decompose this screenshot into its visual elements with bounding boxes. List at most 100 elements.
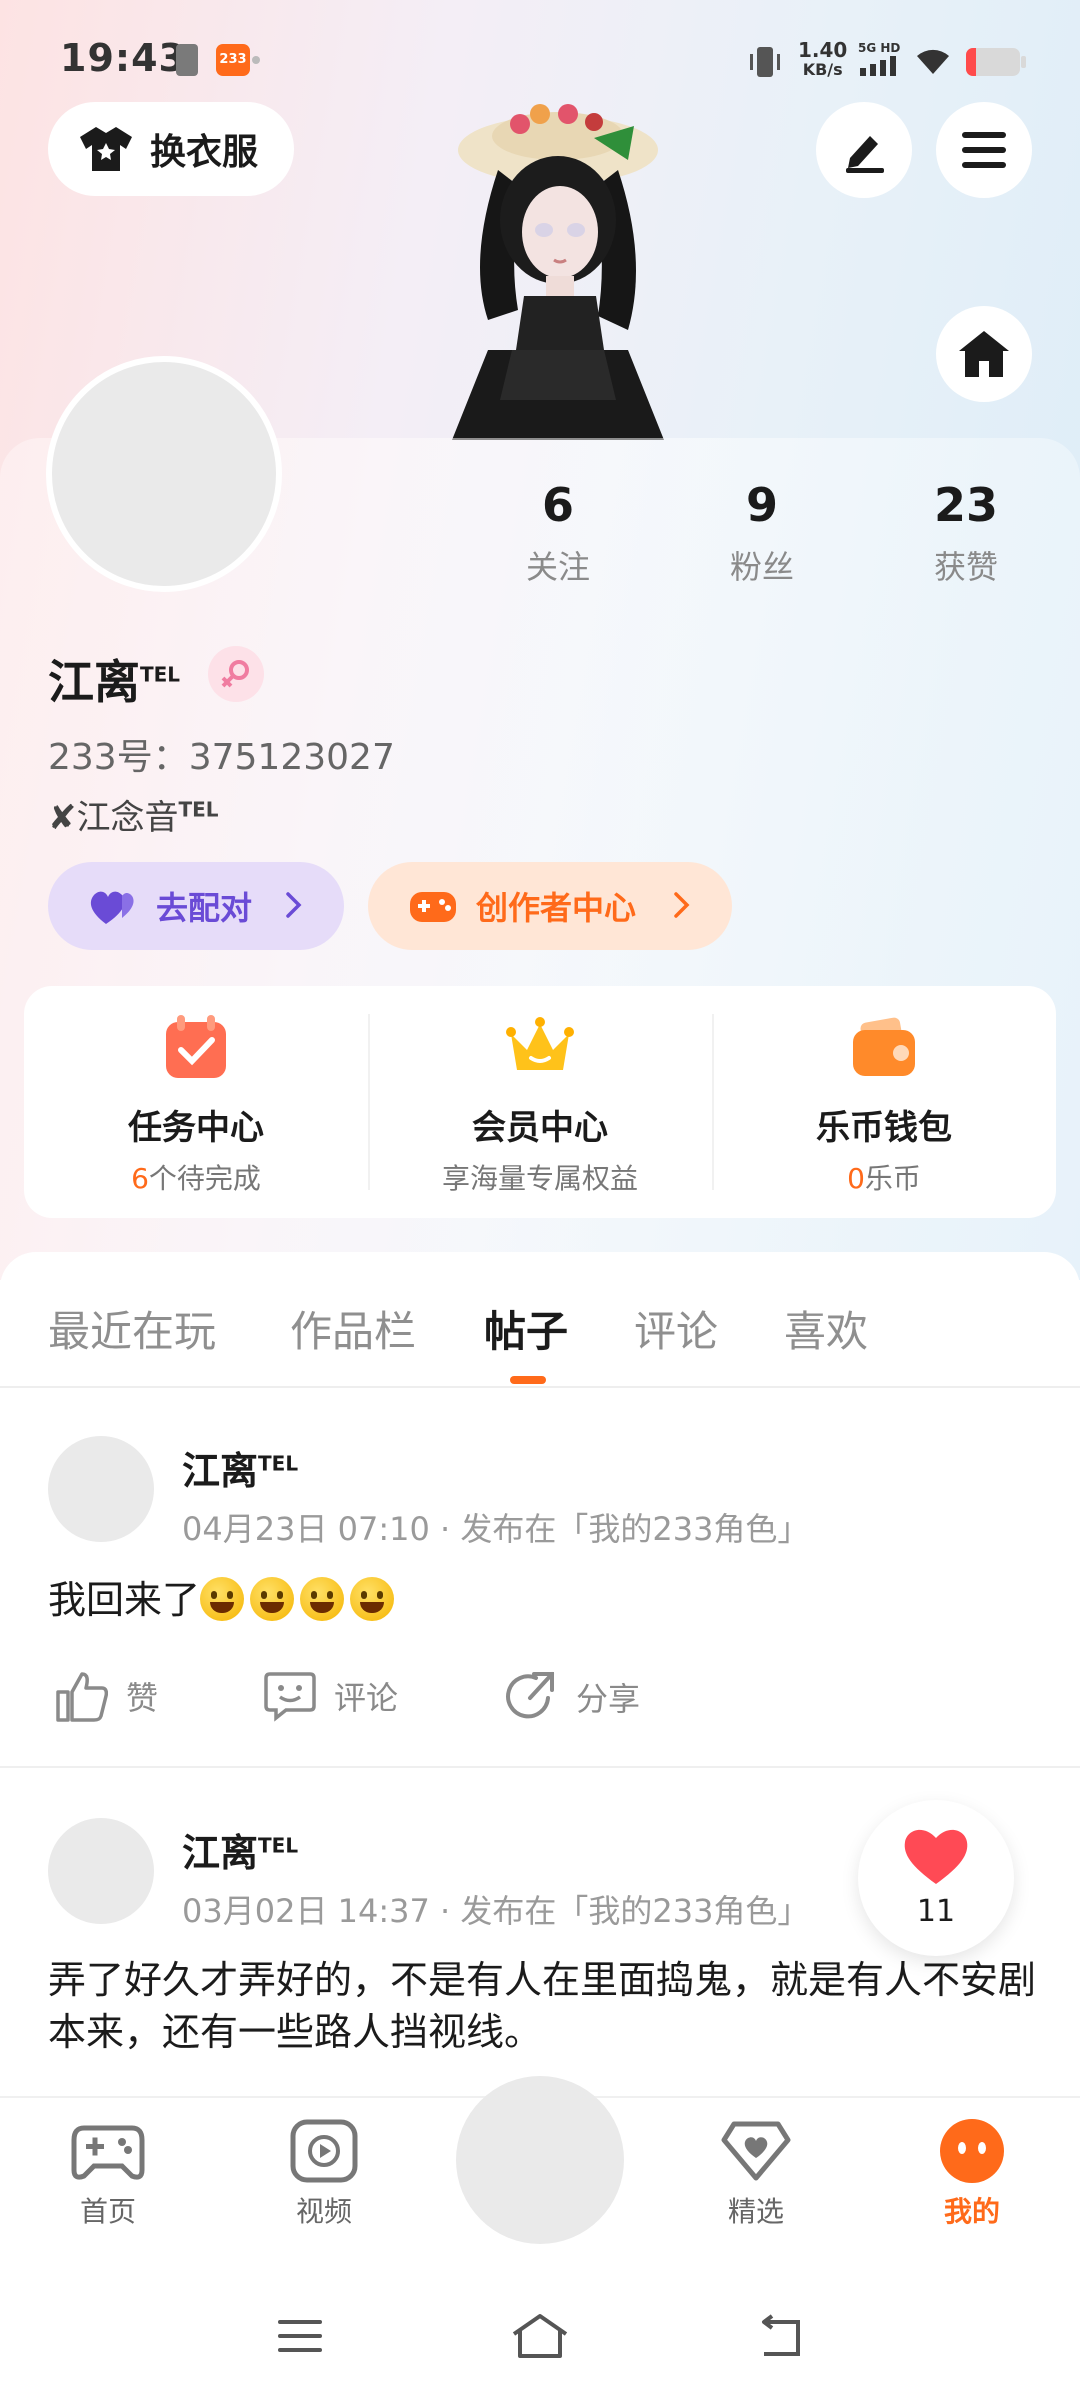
nav-video-label: 视频 [295,2195,352,2228]
post-author-avatar[interactable] [48,1818,154,1924]
vibrate-icon [750,47,780,77]
nav-center-avatar-button[interactable] [456,2076,624,2244]
grinning-emoji-icon [300,1577,345,1621]
edit-button[interactable] [816,102,912,198]
female-symbol-icon [221,660,249,688]
vip-center-subtitle: 享海量专属权益 [441,1162,638,1195]
wallet-icon [853,1017,915,1076]
content-tabs: 最近在玩 作品栏 帖子 评论 喜欢 [0,1252,1080,1388]
nav-mine-label: 我的 [943,2195,1000,2228]
cellular-signal-icon: 5G HD [858,41,900,76]
vip-center-title: 会员中心 [472,1108,608,1148]
match-button[interactable]: 去配对 [48,862,344,950]
grinning-emoji-icon [250,1577,295,1621]
gamepad-icon [410,892,456,922]
creator-center-button[interactable]: 创作者中心 [368,862,732,950]
tab-posts[interactable]: 帖子 [484,1298,568,1359]
feature-panel: 任务中心 6个待完成 会员中心 享海量专属权益 乐币钱包 0乐币 [24,986,1056,1218]
battery-tip [1021,56,1026,68]
pen-icon [846,136,884,173]
system-home-icon[interactable] [510,2312,570,2360]
wallet-subtitle: 0乐币 [847,1162,921,1195]
home-icon [959,331,1009,377]
like-button[interactable]: 赞 [54,1670,158,1722]
battery-icon [966,48,1020,76]
home-button[interactable] [936,306,1032,402]
profile-avatar[interactable] [46,356,282,592]
nav-featured[interactable]: 精选 [686,2118,826,2230]
task-calendar-icon [166,1015,226,1078]
comment-face-icon [264,1672,316,1722]
match-label: 去配对 [156,889,253,927]
share-icon [506,1672,554,1719]
change-outfit-label: 换衣服 [150,132,259,173]
followers-stat[interactable]: 9 粉丝 [682,478,842,588]
wallet-item[interactable]: 乐币钱包 0乐币 [712,986,1056,1218]
tab-likes[interactable]: 喜欢 [784,1298,868,1359]
floating-like-count: 11 [916,1894,956,1929]
post-author-name: 江离TEL [182,1831,299,1875]
grinning-emoji-icon [200,1577,245,1621]
notification-dot [252,56,260,64]
post-text: 我回来了 [48,1574,1038,1626]
nav-mine[interactable]: 我的 [902,2118,1042,2230]
nav-video[interactable]: 视频 [254,2118,394,2230]
tab-comments[interactable]: 评论 [634,1298,718,1359]
user-id: 233号：375123027 [48,737,395,778]
nav-home-label: 首页 [79,2195,136,2228]
nav-featured-label: 精选 [727,2195,784,2228]
username-tag: TEL [140,662,181,687]
network-speed: 1.40 KB/s [798,38,848,79]
share-button[interactable]: 分享 [504,1670,640,1724]
system-navigation-bar [0,2276,1080,2400]
floating-like-button[interactable]: 11 [858,1800,1014,1956]
task-center-item[interactable]: 任务中心 6个待完成 [24,986,368,1218]
post-author-avatar[interactable] [48,1436,154,1542]
gender-badge [208,646,264,702]
wifi-icon [917,49,949,74]
post-text: 弄了好久才弄好的，不是有人在里面捣鬼，就是有人不安剧本来，还有一些路人挡视线。 [48,1958,1037,2054]
face-icon [940,2119,1004,2183]
likes-count: 23 [933,478,998,532]
video-play-icon [290,2119,358,2183]
back-icon[interactable] [754,2314,806,2360]
active-tab-indicator [510,1376,546,1384]
post-emojis [200,1577,400,1622]
followers-count: 9 [745,478,778,532]
app-notification-icon: 233 [216,44,250,76]
gamepad-icon [71,2125,145,2180]
post-divider [0,1766,1080,1768]
task-center-title: 任务中心 [128,1108,264,1148]
avatar-character-image[interactable] [428,100,688,440]
chevron-right-icon [674,892,690,918]
tab-recently-played[interactable]: 最近在玩 [48,1298,216,1359]
battery-saver-icon [176,44,198,76]
change-outfit-button[interactable]: 换衣服 [48,102,294,196]
post-author-name: 江离TEL [182,1449,299,1493]
heart-icon [904,1829,968,1884]
following-stat[interactable]: 6 关注 [478,478,638,588]
following-label: 关注 [525,548,590,586]
nav-home[interactable]: 首页 [38,2118,178,2230]
likes-label: 获赞 [933,548,998,586]
username-text: 江离 [48,655,140,709]
post-meta: 04月23日 07:10 · 发布在「我的233角色」 [182,1510,810,1548]
tshirt-icon [80,127,132,171]
crown-icon [506,1017,574,1070]
profile-bio: ✘江念音TEL [48,790,219,839]
bio-text: ✘江念音 [48,798,179,838]
chevron-right-icon [286,892,302,918]
double-heart-icon [90,891,134,924]
hamburger-menu-icon [962,132,1006,168]
svg-text:5G HD: 5G HD [858,41,900,55]
profile-username: 江离TEL [48,646,180,712]
status-time: 19:43 [60,36,186,80]
bio-tag: TEL [178,797,219,822]
comment-button[interactable]: 评论 [264,1670,398,1722]
grinning-emoji-icon [350,1577,395,1621]
recent-apps-icon[interactable] [276,2316,324,2356]
vip-center-item[interactable]: 会员中心 享海量专属权益 [368,986,712,1218]
tab-works[interactable]: 作品栏 [290,1298,416,1359]
menu-button[interactable] [936,102,1032,198]
likes-stat[interactable]: 23 获赞 [886,478,1046,588]
